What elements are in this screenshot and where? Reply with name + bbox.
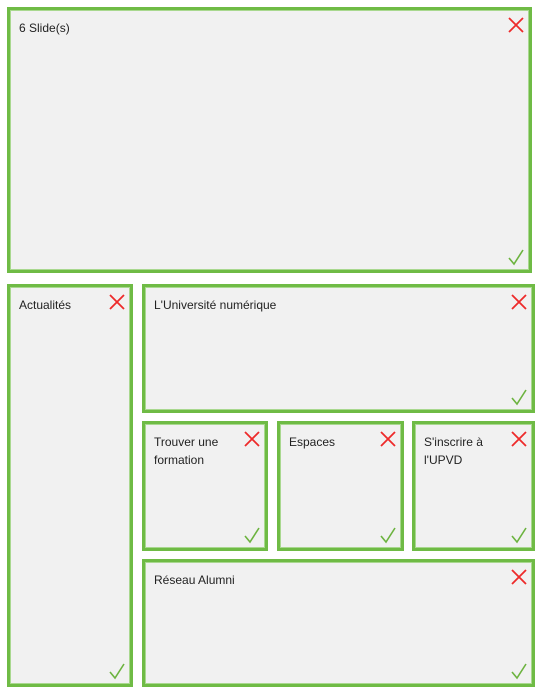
tile-universite-numerique[interactable]: L'Université numérique (142, 284, 535, 413)
close-icon[interactable] (243, 430, 261, 448)
tile-label: Actualités (19, 298, 72, 312)
tile-actualites[interactable]: Actualités (7, 284, 133, 687)
tile-sinscrire[interactable]: S'inscrire à l'UPVD (412, 421, 535, 551)
tile-label: Trouver une formation (154, 435, 219, 467)
close-icon[interactable] (510, 293, 528, 311)
close-icon[interactable] (108, 293, 126, 311)
close-icon[interactable] (510, 568, 528, 586)
tile-label: 6 Slide(s) (19, 21, 70, 35)
check-icon[interactable] (510, 526, 528, 544)
check-icon[interactable] (379, 526, 397, 544)
tile-trouver-formation[interactable]: Trouver une formation (142, 421, 268, 551)
close-icon[interactable] (510, 430, 528, 448)
tile-label: Espaces (289, 435, 336, 449)
check-icon[interactable] (243, 526, 261, 544)
tile-espaces[interactable]: Espaces (277, 421, 404, 551)
check-icon[interactable] (507, 248, 525, 266)
check-icon[interactable] (108, 662, 126, 680)
tile-label: Réseau Alumni (154, 573, 235, 587)
close-icon[interactable] (379, 430, 397, 448)
tile-label: L'Université numérique (154, 298, 277, 312)
check-icon[interactable] (510, 662, 528, 680)
tile-label: S'inscrire à l'UPVD (424, 435, 483, 467)
check-icon[interactable] (510, 388, 528, 406)
close-icon[interactable] (507, 16, 525, 34)
tile-reseau-alumni[interactable]: Réseau Alumni (142, 559, 535, 687)
tile-slides[interactable]: 6 Slide(s) (7, 7, 532, 273)
